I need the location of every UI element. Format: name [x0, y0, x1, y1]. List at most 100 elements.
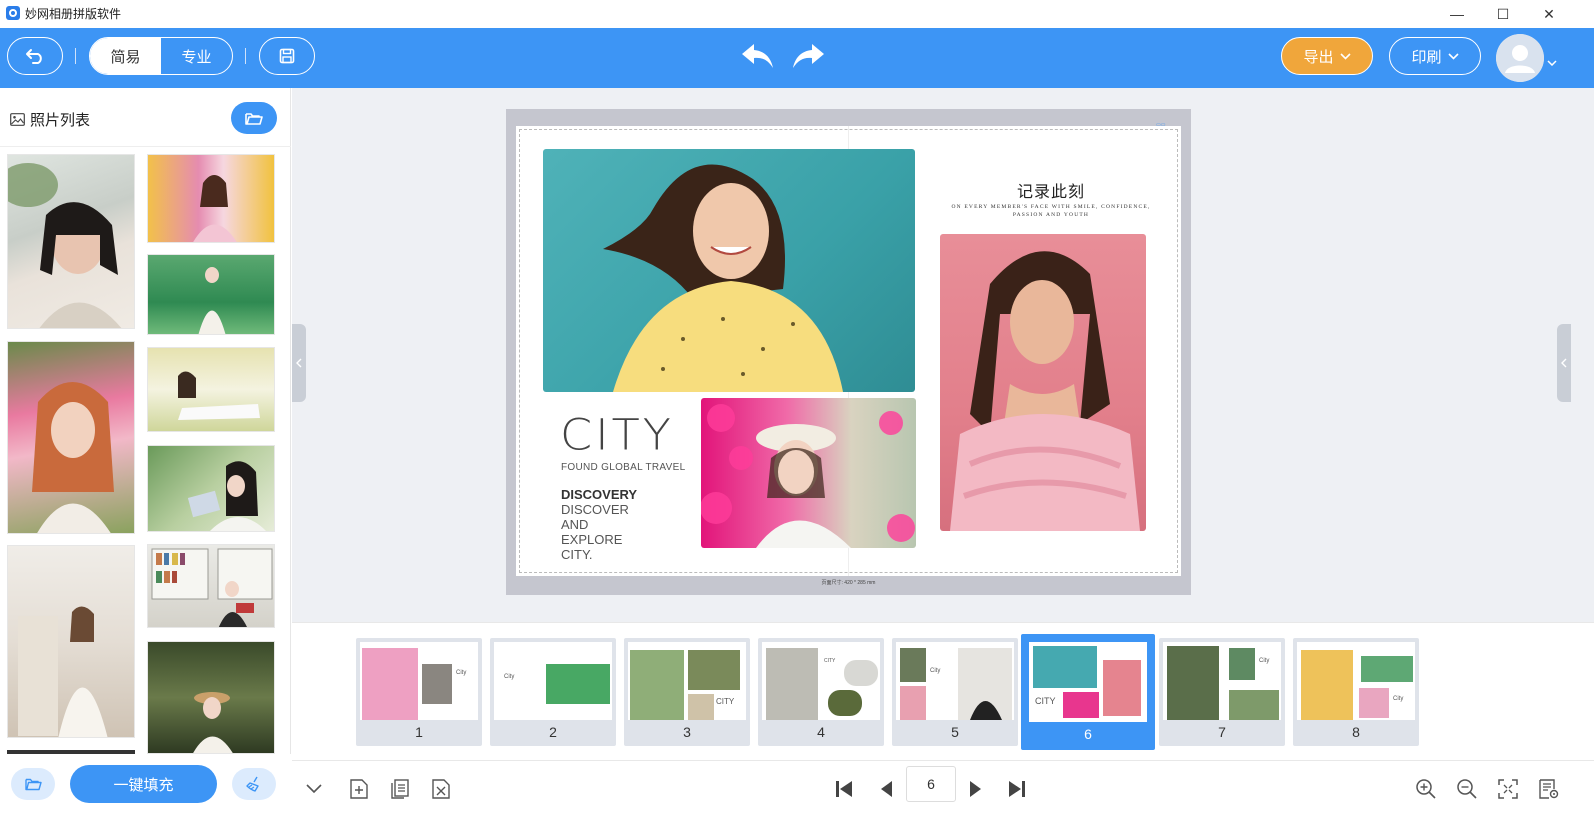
mode-switch[interactable]: 简易 专业 — [89, 37, 233, 75]
maximize-button[interactable]: ☐ — [1480, 0, 1526, 28]
page-thumb[interactable]: CITY 3 — [624, 638, 750, 746]
photo-thumbnail[interactable] — [147, 154, 275, 243]
export-button[interactable]: 导出 — [1281, 37, 1373, 75]
spread-title[interactable]: 记录此刻 — [951, 178, 1151, 202]
photo-thumbnail[interactable] — [147, 254, 275, 335]
page-thumb-number: 1 — [415, 724, 423, 740]
chevron-down-icon — [306, 784, 322, 794]
chevron-down-icon — [1447, 52, 1459, 60]
print-label: 印刷 — [1411, 48, 1442, 66]
save-button[interactable] — [259, 37, 315, 75]
zoom-out-button[interactable] — [1455, 777, 1479, 801]
prev-page-button[interactable] — [874, 777, 898, 801]
minimize-button[interactable]: — — [1434, 0, 1480, 28]
account-dropdown-icon[interactable] — [1547, 58, 1557, 69]
photo-list-actions: 一键填充 — [0, 754, 291, 827]
delete-page-icon — [432, 779, 450, 799]
page-thumb[interactable]: CITY 4 — [758, 638, 884, 746]
svg-text:City: City — [930, 668, 940, 674]
photo-thumbnail[interactable] — [7, 154, 135, 329]
page-thumb-preview: CITY — [628, 642, 746, 720]
auto-fill-button[interactable]: 一键填充 — [70, 765, 217, 803]
clear-photos-button[interactable] — [232, 768, 276, 800]
first-page-button[interactable] — [832, 777, 856, 801]
page-thumb-number: 5 — [951, 724, 959, 740]
prev-page-icon — [881, 781, 892, 797]
album-spread[interactable]: 记录此刻 ON EVERY MEMBER'S FACE WITH SMILE, … — [516, 126, 1181, 576]
page-thumb[interactable]: City 1 — [356, 638, 482, 746]
page-thumb-number: 4 — [817, 724, 825, 740]
back-button[interactable] — [7, 37, 63, 75]
next-page-icon — [970, 781, 981, 797]
page-thumb[interactable]: City 2 — [490, 638, 616, 746]
photo-slot-right[interactable] — [940, 234, 1146, 531]
city-subheading[interactable]: FOUND GLOBAL TRAVEL — [561, 462, 685, 473]
spread-tagline[interactable]: ON EVERY MEMBER'S FACE WITH SMILE, CONFI… — [944, 203, 1158, 219]
chevron-down-icon — [1339, 52, 1351, 60]
title-bar: 妙网相册拼版软件 — ☐ ✕ — [0, 0, 1594, 28]
duplicate-page-button[interactable] — [388, 777, 412, 801]
album-spread-frame: ▭▭ 记录此刻 ON EVERY MEMBER'S FACE WITH SMIL… — [506, 109, 1191, 595]
page-thumb-selected[interactable]: CITY 6 — [1021, 634, 1155, 750]
discover-text[interactable]: DISCOVER AND EXPLORE CITY. — [561, 502, 651, 562]
page-thumb-number: 3 — [683, 724, 691, 740]
toolbar-divider — [75, 48, 76, 64]
divider — [0, 146, 291, 147]
photo-slot-bottom[interactable] — [701, 398, 916, 548]
main-toolbar: 简易 专业 导出 印刷 — [0, 28, 1594, 88]
folder-icon — [245, 112, 263, 125]
close-button[interactable]: ✕ — [1526, 0, 1572, 28]
delete-page-button[interactable] — [429, 777, 453, 801]
page-thumb[interactable]: City 8 — [1293, 638, 1419, 746]
svg-text:City: City — [1259, 658, 1269, 664]
copy-page-icon — [391, 779, 409, 799]
bottom-toolbar: 6 — [292, 760, 1594, 827]
add-page-icon — [350, 779, 368, 799]
expand-right-panel-tab[interactable] — [1557, 324, 1571, 402]
photo-thumbnail[interactable] — [7, 545, 135, 738]
mode-simple-tab[interactable]: 简易 — [90, 38, 161, 74]
next-page-button[interactable] — [964, 777, 988, 801]
toolbar-divider — [245, 48, 246, 64]
page-settings-button[interactable] — [1537, 777, 1561, 801]
zoom-in-icon — [1416, 779, 1436, 799]
page-number-input[interactable]: 6 — [906, 766, 956, 802]
discovery-heading[interactable]: DISCOVERY — [561, 487, 637, 502]
photo-thumbnail[interactable] — [147, 347, 275, 432]
user-avatar[interactable] — [1496, 34, 1544, 82]
photo-thumbnail[interactable] — [7, 341, 135, 534]
open-folder-button[interactable] — [231, 102, 277, 134]
city-heading[interactable]: CITY — [560, 410, 674, 460]
page-thumb-number: 8 — [1352, 724, 1360, 740]
page-thumb-number: 7 — [1218, 724, 1226, 740]
add-page-button[interactable] — [347, 777, 371, 801]
mode-pro-tab[interactable]: 专业 — [161, 38, 232, 74]
zoom-in-button[interactable] — [1414, 777, 1438, 801]
fit-to-screen-button[interactable] — [1496, 777, 1520, 801]
last-page-icon — [1009, 781, 1025, 797]
page-thumb[interactable]: City 5 — [892, 638, 1018, 746]
svg-text:CITY: CITY — [1035, 696, 1056, 706]
export-label: 导出 — [1303, 48, 1334, 66]
collapse-left-panel-tab[interactable] — [292, 324, 306, 402]
svg-text:City: City — [456, 670, 466, 676]
collapse-strip-button[interactable] — [302, 777, 326, 801]
undo-icon — [742, 44, 773, 68]
page-thumb[interactable]: City 7 — [1159, 638, 1285, 746]
photo-list-panel: 照片列表 一键填充 — [0, 88, 291, 827]
import-folder-button[interactable] — [11, 768, 55, 800]
page-thumb-number: 2 — [549, 724, 557, 740]
photo-thumbnail[interactable] — [147, 445, 275, 532]
photo-thumbnail[interactable] — [147, 641, 275, 754]
redo-button[interactable] — [790, 40, 826, 72]
photo-slot-main[interactable] — [543, 149, 915, 392]
page-thumb-preview: City — [494, 642, 612, 720]
user-icon — [1496, 34, 1544, 82]
editor-canvas: ▭▭ 记录此刻 ON EVERY MEMBER'S FACE WITH SMIL… — [292, 88, 1594, 622]
last-page-button[interactable] — [1005, 777, 1029, 801]
folder-icon — [24, 778, 42, 791]
print-button[interactable]: 印刷 — [1389, 37, 1481, 75]
photo-list-title: 照片列表 — [30, 112, 91, 129]
undo-button[interactable] — [740, 40, 776, 72]
photo-thumbnail[interactable] — [147, 544, 275, 628]
